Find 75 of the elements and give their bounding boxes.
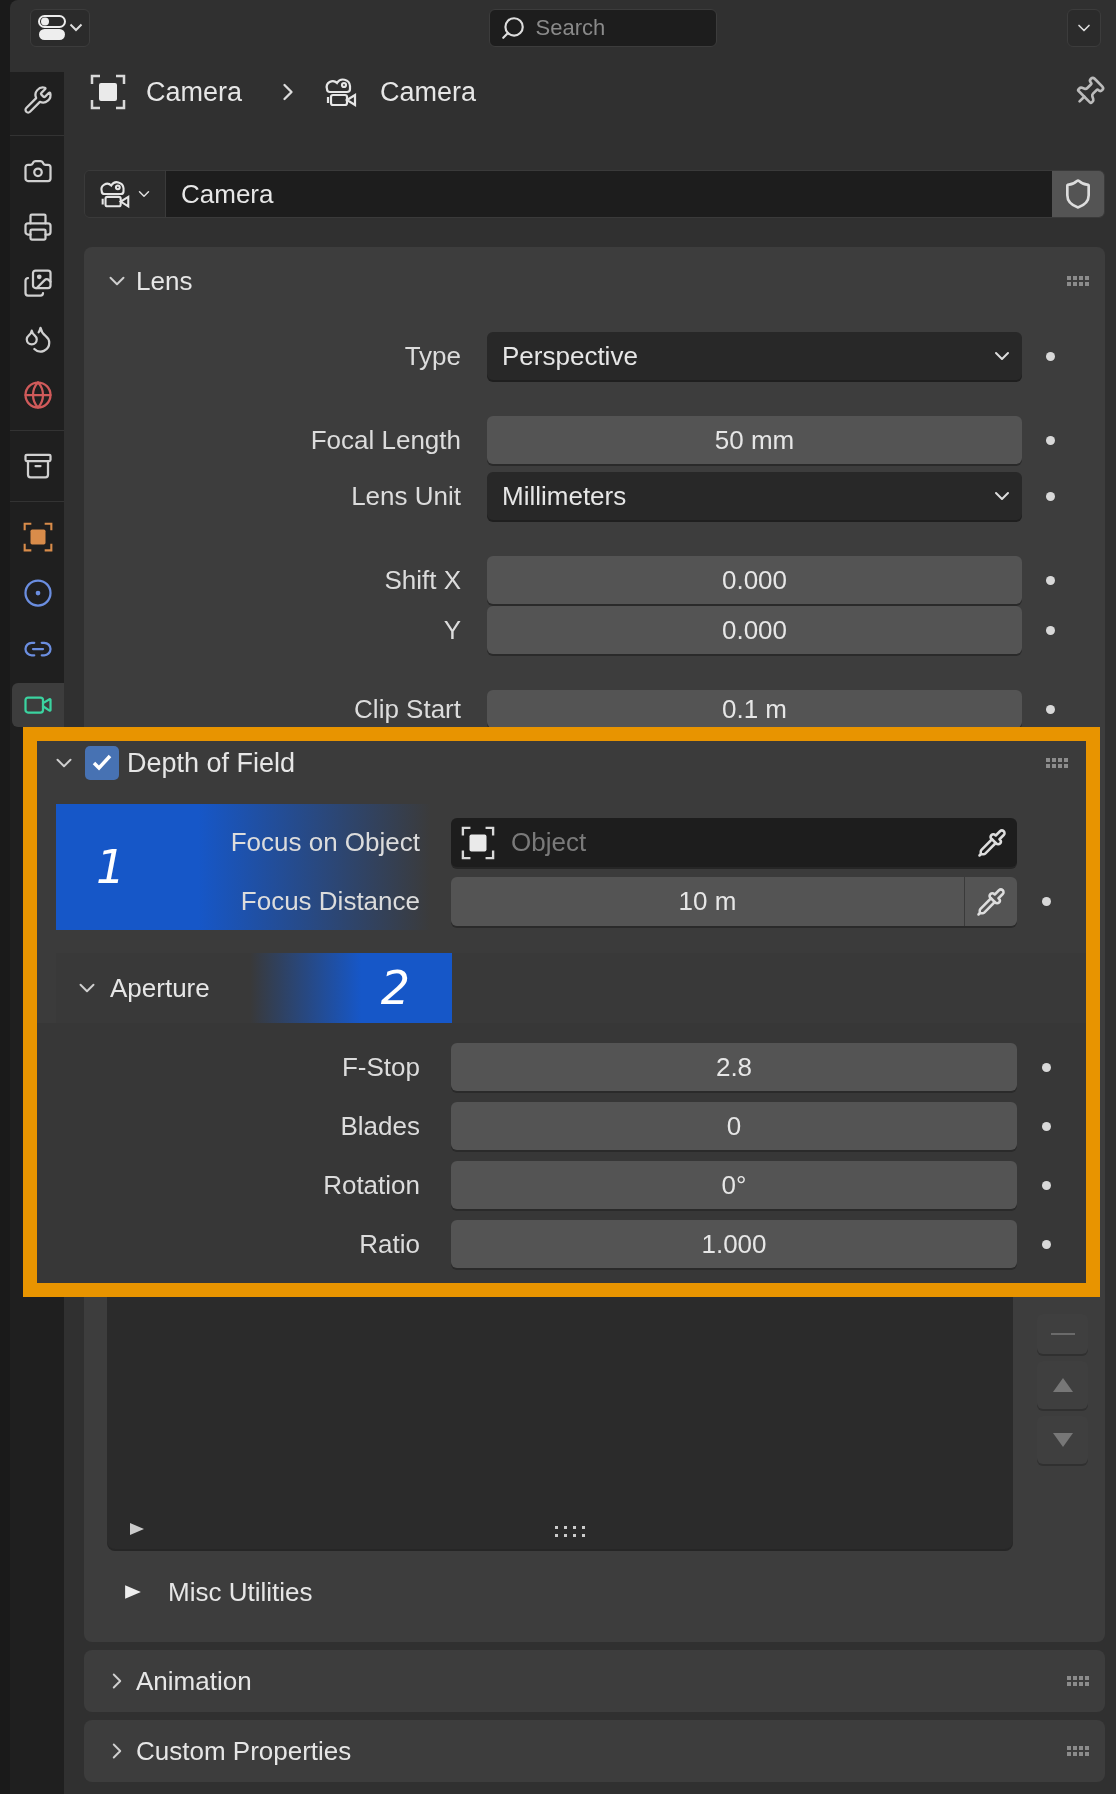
object-field[interactable]: Object xyxy=(451,818,1017,867)
keyframe-dot[interactable] xyxy=(1045,491,1055,501)
number-field[interactable]: 0° xyxy=(451,1161,1017,1209)
panel-header[interactable]: Lens xyxy=(84,247,1105,315)
object-icon xyxy=(461,825,495,860)
breadcrumb-item[interactable]: Camera xyxy=(380,76,477,108)
field-label: F-Stop xyxy=(340,1051,420,1083)
number-field[interactable]: 2.8 xyxy=(451,1043,1017,1091)
printer-icon xyxy=(23,212,53,242)
object-input[interactable]: Object xyxy=(509,826,963,859)
drag-handle-icon[interactable] xyxy=(1067,276,1089,286)
checkbox[interactable] xyxy=(85,746,119,780)
eyedropper-button[interactable] xyxy=(964,877,1017,926)
triangle-right-icon xyxy=(124,1583,142,1601)
field-label: Focal Length xyxy=(309,424,461,456)
field-label: Ratio xyxy=(358,1228,420,1260)
panel-header[interactable]: Custom Properties xyxy=(84,1720,1105,1782)
dropdown[interactable]: Perspective xyxy=(487,332,1022,380)
eyedropper-icon[interactable] xyxy=(977,827,1007,858)
number-field[interactable]: 1.000 xyxy=(451,1220,1017,1268)
annotation-badge: 2 xyxy=(250,953,452,1023)
drag-handle-icon[interactable] xyxy=(1067,1746,1089,1756)
search-field[interactable]: Search xyxy=(488,8,717,47)
panel-header[interactable]: Animation xyxy=(84,1650,1105,1712)
keyframe-dot[interactable] xyxy=(1045,575,1055,585)
search-icon xyxy=(499,14,526,41)
number-field[interactable]: 0 xyxy=(451,1102,1017,1150)
field-label: Rotation xyxy=(322,1169,420,1201)
field-label: Shift X xyxy=(383,564,461,596)
keyframe-dot[interactable] xyxy=(1041,897,1051,906)
archive-icon xyxy=(23,451,53,481)
object-icon xyxy=(23,522,53,552)
keyframe-dot[interactable] xyxy=(1045,351,1055,361)
keyframe-dot[interactable] xyxy=(1045,625,1055,635)
eyedropper-icon xyxy=(976,886,1006,917)
triangle-up-icon xyxy=(1052,1378,1073,1392)
number-field[interactable]: 10 m xyxy=(451,877,964,926)
field-label: Focus on Object xyxy=(229,827,420,858)
chevron-down-icon xyxy=(69,23,83,32)
toggle-icon xyxy=(37,12,67,43)
drag-handle-icon[interactable] xyxy=(1067,1676,1089,1686)
breadcrumb-item[interactable]: Camera xyxy=(146,76,243,108)
keyframe-dot[interactable] xyxy=(1045,435,1055,445)
field-label: Clip Start xyxy=(353,693,461,725)
subpanel-header[interactable]: Misc Utilities xyxy=(84,1559,1105,1625)
orbit-icon xyxy=(23,578,53,608)
minus-icon xyxy=(1050,1333,1075,1335)
number-field[interactable]: 50 mm xyxy=(487,416,1022,464)
wrench-icon xyxy=(23,85,53,115)
object-icon xyxy=(90,74,126,110)
keyframe-dot[interactable] xyxy=(1045,704,1055,714)
keyframe-dot[interactable] xyxy=(1041,1121,1051,1131)
field-label: Lens Unit xyxy=(350,480,461,512)
drag-handle-icon[interactable] xyxy=(1046,758,1068,768)
field-label: Focus Distance xyxy=(239,886,420,917)
number-field[interactable]: 0.000 xyxy=(487,556,1022,604)
number-field[interactable]: 0.000 xyxy=(487,606,1022,654)
images-icon xyxy=(23,268,53,298)
properties-tab[interactable] xyxy=(12,683,64,727)
number-field[interactable]: 0.1 m xyxy=(487,690,1022,728)
globe-icon xyxy=(23,380,53,410)
field-label: Y xyxy=(442,614,461,646)
dropdown[interactable]: Millimeters xyxy=(487,472,1022,520)
resize-handle-icon[interactable] xyxy=(555,1526,585,1537)
keyframe-dot[interactable] xyxy=(1041,1180,1051,1190)
keyframe-dot[interactable] xyxy=(1041,1062,1051,1072)
triangle-down-icon xyxy=(1052,1433,1073,1447)
editor-type-button[interactable] xyxy=(30,8,90,47)
field-label: Type xyxy=(403,340,461,372)
search-input[interactable]: Search xyxy=(533,13,694,42)
play-icon[interactable] xyxy=(129,1521,145,1537)
field-label: Blades xyxy=(339,1110,420,1142)
keyframe-dot[interactable] xyxy=(1041,1239,1051,1249)
droplets-icon xyxy=(23,324,53,354)
panel-title: Depth of Field xyxy=(127,747,297,779)
